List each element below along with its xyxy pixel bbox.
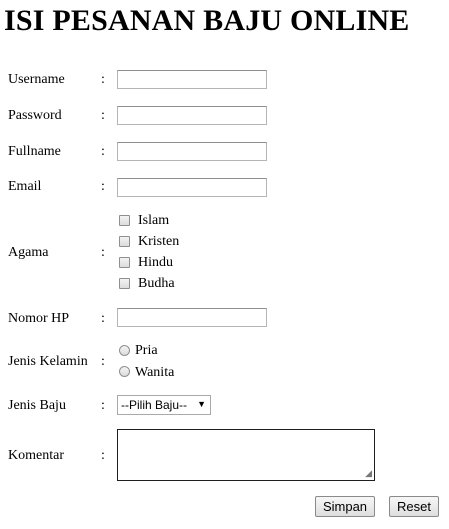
- checkbox-label-budha: Budha: [138, 276, 175, 291]
- jenis-baju-select[interactable]: --Pilih Baju-- ▼: [117, 395, 211, 415]
- email-label: Email: [8, 179, 42, 194]
- fullname-colon: :: [101, 144, 105, 159]
- username-input[interactable]: [117, 70, 267, 89]
- page-title: ISI PESANAN BAJU ONLINE: [4, 4, 410, 37]
- checkbox-label-hindu: Hindu: [138, 255, 173, 270]
- checkbox-hindu[interactable]: [119, 257, 130, 268]
- jenis-kelamin-label: Jenis Kelamin: [8, 354, 88, 369]
- komentar-label: Komentar: [8, 448, 64, 463]
- radio-pria[interactable]: [119, 345, 130, 356]
- agama-label: Agama: [8, 245, 49, 260]
- komentar-colon: :: [101, 448, 105, 463]
- triangle-down-icon: ▼: [197, 399, 206, 409]
- password-colon: :: [101, 108, 105, 123]
- password-input[interactable]: [117, 106, 267, 125]
- nomor-hp-input[interactable]: [117, 308, 267, 327]
- checkbox-label-islam: Islam: [138, 213, 170, 228]
- radio-label-pria: Pria: [135, 343, 158, 358]
- jenis-baju-colon: :: [101, 398, 105, 413]
- jenis-baju-selected-value: --Pilih Baju--: [121, 398, 188, 412]
- simpan-button[interactable]: Simpan: [315, 496, 375, 517]
- checkbox-islam[interactable]: [119, 215, 130, 226]
- email-input[interactable]: [117, 178, 267, 197]
- email-colon: :: [101, 179, 105, 194]
- jenis-baju-label: Jenis Baju: [8, 398, 66, 413]
- radio-wanita[interactable]: [119, 366, 130, 377]
- fullname-label: Fullname: [8, 144, 61, 159]
- nomor-hp-label: Nomor HP: [8, 311, 70, 326]
- agama-colon: :: [101, 245, 105, 260]
- password-label: Password: [8, 108, 62, 123]
- username-colon: :: [101, 72, 105, 87]
- jenis-kelamin-colon: :: [101, 354, 105, 369]
- fullname-input[interactable]: [117, 142, 267, 161]
- username-label: Username: [8, 72, 65, 87]
- checkbox-kristen[interactable]: [119, 236, 130, 247]
- reset-button[interactable]: Reset: [389, 496, 439, 517]
- checkbox-label-kristen: Kristen: [138, 234, 180, 249]
- komentar-textarea[interactable]: ◢: [117, 429, 375, 481]
- resize-grip-icon[interactable]: ◢: [365, 470, 372, 479]
- nomor-hp-colon: :: [101, 311, 105, 326]
- checkbox-budha[interactable]: [119, 278, 130, 289]
- radio-label-wanita: Wanita: [135, 365, 175, 380]
